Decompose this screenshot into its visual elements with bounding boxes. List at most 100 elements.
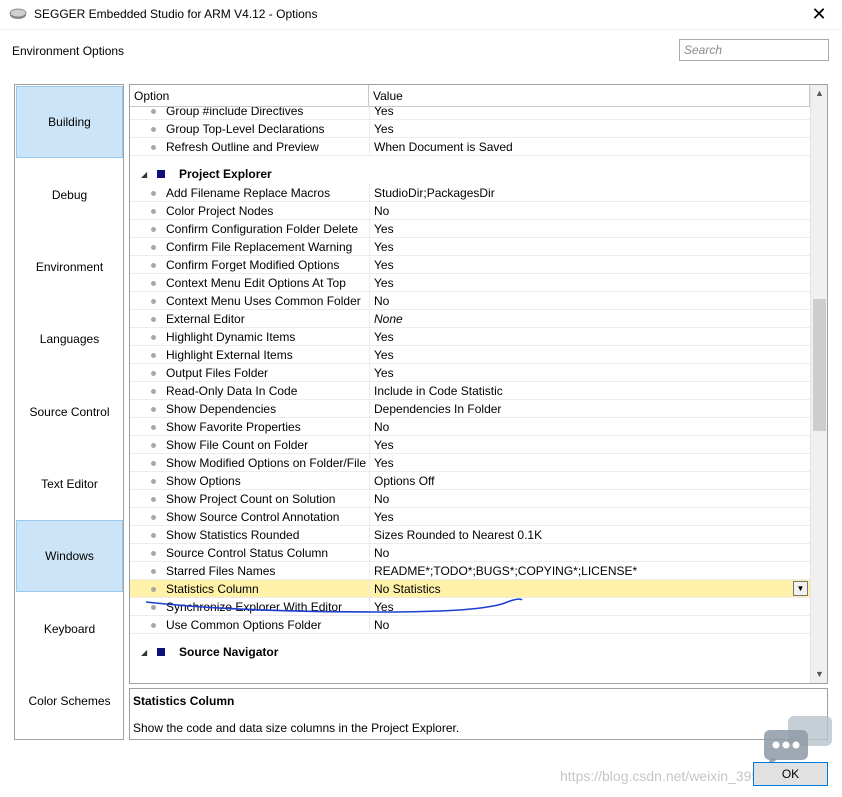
table-row[interactable]: Synchronize Explorer With Editor Yes	[130, 598, 810, 616]
table-row[interactable]: Starred Files Names README*;TODO*;BUGS*;C…	[130, 562, 810, 580]
collapse-triangle-icon[interactable]: ◢	[141, 170, 147, 179]
option-value[interactable]: Yes	[374, 366, 394, 380]
table-row[interactable]: Add Filename Replace Macros StudioDir;Pac…	[130, 184, 810, 202]
column-header-value[interactable]: Value	[369, 85, 810, 107]
option-value[interactable]: No Statistics	[374, 582, 441, 596]
option-value[interactable]: When Document is Saved	[374, 140, 513, 154]
option-value[interactable]: No	[374, 420, 389, 434]
option-value[interactable]: Yes	[374, 456, 394, 470]
column-header-option[interactable]: Option	[130, 85, 369, 107]
option-value[interactable]: Yes	[374, 240, 394, 254]
option-name: Statistics Column	[166, 582, 259, 596]
option-value[interactable]: Sizes Rounded to Nearest 0.1K	[374, 528, 542, 542]
column-divider	[369, 292, 370, 310]
option-value[interactable]: Yes	[374, 276, 394, 290]
option-name: Use Common Options Folder	[166, 618, 322, 632]
bullet-icon	[151, 461, 156, 466]
bullet-icon	[151, 515, 156, 520]
table-row[interactable]: Confirm File Replacement Warning Yes	[130, 238, 810, 256]
sidebar-item-color-schemes[interactable]: Color Schemes	[16, 665, 123, 737]
table-row[interactable]: Read-Only Data In Code Include in Code St…	[130, 382, 810, 400]
option-name: Read-Only Data In Code	[166, 384, 298, 398]
option-value[interactable]: Yes	[374, 438, 394, 452]
sidebar-item-source-control[interactable]: Source Control	[16, 376, 123, 448]
table-row[interactable]: Show Favorite Properties No	[130, 418, 810, 436]
option-value[interactable]: Yes	[374, 122, 394, 136]
option-value[interactable]: No	[374, 294, 389, 308]
option-value[interactable]: StudioDir;PackagesDir	[374, 186, 495, 200]
option-value[interactable]: None	[374, 312, 403, 326]
table-row[interactable]: Highlight Dynamic Items Yes	[130, 328, 810, 346]
table-row[interactable]: Use Common Options Folder No	[130, 616, 810, 634]
ok-button[interactable]: OK	[753, 762, 828, 786]
option-value[interactable]: Yes	[374, 510, 394, 524]
table-row[interactable]: Color Project Nodes No	[130, 202, 810, 220]
option-value[interactable]: No	[374, 546, 389, 560]
table-row[interactable]: External Editor None	[130, 310, 810, 328]
table-row[interactable]: Show File Count on Folder Yes	[130, 436, 810, 454]
option-value[interactable]: Yes	[374, 330, 394, 344]
option-value[interactable]: No	[374, 204, 389, 218]
option-value[interactable]: Dependencies In Folder	[374, 402, 501, 416]
option-name: Context Menu Uses Common Folder	[166, 294, 361, 308]
collapse-triangle-icon[interactable]: ◢	[141, 648, 147, 657]
sidebar-item-text-editor[interactable]: Text Editor	[16, 448, 123, 520]
option-value[interactable]: Yes	[374, 600, 394, 614]
sidebar-item-windows[interactable]: Windows	[16, 520, 123, 592]
table-row[interactable]: Confirm Configuration Folder Delete Yes	[130, 220, 810, 238]
sidebar-item-keyboard[interactable]: Keyboard	[16, 593, 123, 665]
table-row[interactable]: Show Dependencies Dependencies In Folder	[130, 400, 810, 418]
search-input[interactable]	[679, 39, 829, 61]
option-value[interactable]: Include in Code Statistic	[374, 384, 503, 398]
sidebar-item-languages[interactable]: Languages	[16, 303, 123, 375]
option-name: Show Options	[166, 474, 241, 488]
table-row[interactable]: Show Modified Options on Folder/File Yes	[130, 454, 810, 472]
group-project-explorer[interactable]: ◢ Project Explorer	[130, 164, 810, 184]
column-divider	[369, 310, 370, 328]
column-divider	[369, 526, 370, 544]
sidebar-item-debug[interactable]: Debug	[16, 159, 123, 231]
table-row[interactable]: Context Menu Uses Common Folder No	[130, 292, 810, 310]
sidebar-item-environment[interactable]: Environment	[16, 231, 123, 303]
option-value[interactable]: Yes	[374, 222, 394, 236]
table-row[interactable]: Confirm Forget Modified Options Yes	[130, 256, 810, 274]
option-value[interactable]: Yes	[374, 258, 394, 272]
grid-scrollbar[interactable]: ▲ ▼	[810, 85, 827, 683]
option-name: Confirm File Replacement Warning	[166, 240, 353, 254]
option-value[interactable]: README*;TODO*;BUGS*;COPYING*;LICENSE*	[374, 564, 637, 578]
option-value[interactable]: Yes	[374, 348, 394, 362]
table-row[interactable]: Source Control Status Column No	[130, 544, 810, 562]
option-value[interactable]: Yes	[374, 107, 394, 118]
bullet-icon	[151, 551, 156, 556]
scroll-thumb[interactable]	[813, 299, 826, 431]
bullet-icon	[151, 479, 156, 484]
table-row[interactable]: Output Files Folder Yes	[130, 364, 810, 382]
table-row[interactable]: Group Top-Level Declarations Yes	[130, 120, 810, 138]
option-name: Source Control Status Column	[166, 546, 329, 560]
table-row[interactable]: Highlight External Items Yes	[130, 346, 810, 364]
scroll-up-icon[interactable]: ▲	[811, 85, 827, 102]
table-row[interactable]: Show Project Count on Solution No	[130, 490, 810, 508]
option-name: Highlight External Items	[166, 348, 293, 362]
bullet-icon	[151, 371, 156, 376]
table-row[interactable]: Context Menu Edit Options At Top Yes	[130, 274, 810, 292]
table-row[interactable]: Statistics Column No Statistics ▼	[130, 580, 810, 598]
close-button[interactable]: ✕	[796, 0, 842, 30]
table-row[interactable]: Show Options Options Off	[130, 472, 810, 490]
option-name: Color Project Nodes	[166, 204, 274, 218]
group-source-navigator[interactable]: ◢ Source Navigator	[130, 642, 810, 662]
option-value[interactable]: No	[374, 492, 389, 506]
dropdown-arrow-icon[interactable]: ▼	[793, 581, 808, 596]
scroll-down-icon[interactable]: ▼	[811, 666, 827, 683]
sidebar-item-building[interactable]: Building	[16, 86, 123, 158]
column-divider	[369, 436, 370, 454]
table-row[interactable]: Group #include Directives Yes	[130, 107, 810, 120]
option-name: Show File Count on Folder	[166, 438, 309, 452]
option-name: Show Statistics Rounded	[166, 528, 300, 542]
table-row[interactable]: Show Statistics Rounded Sizes Rounded to …	[130, 526, 810, 544]
table-row[interactable]: Refresh Outline and Preview When Document…	[130, 138, 810, 156]
option-value[interactable]: Options Off	[374, 474, 434, 488]
table-row[interactable]: Show Source Control Annotation Yes	[130, 508, 810, 526]
option-value[interactable]: No	[374, 618, 389, 632]
option-name: Group Top-Level Declarations	[166, 122, 325, 136]
